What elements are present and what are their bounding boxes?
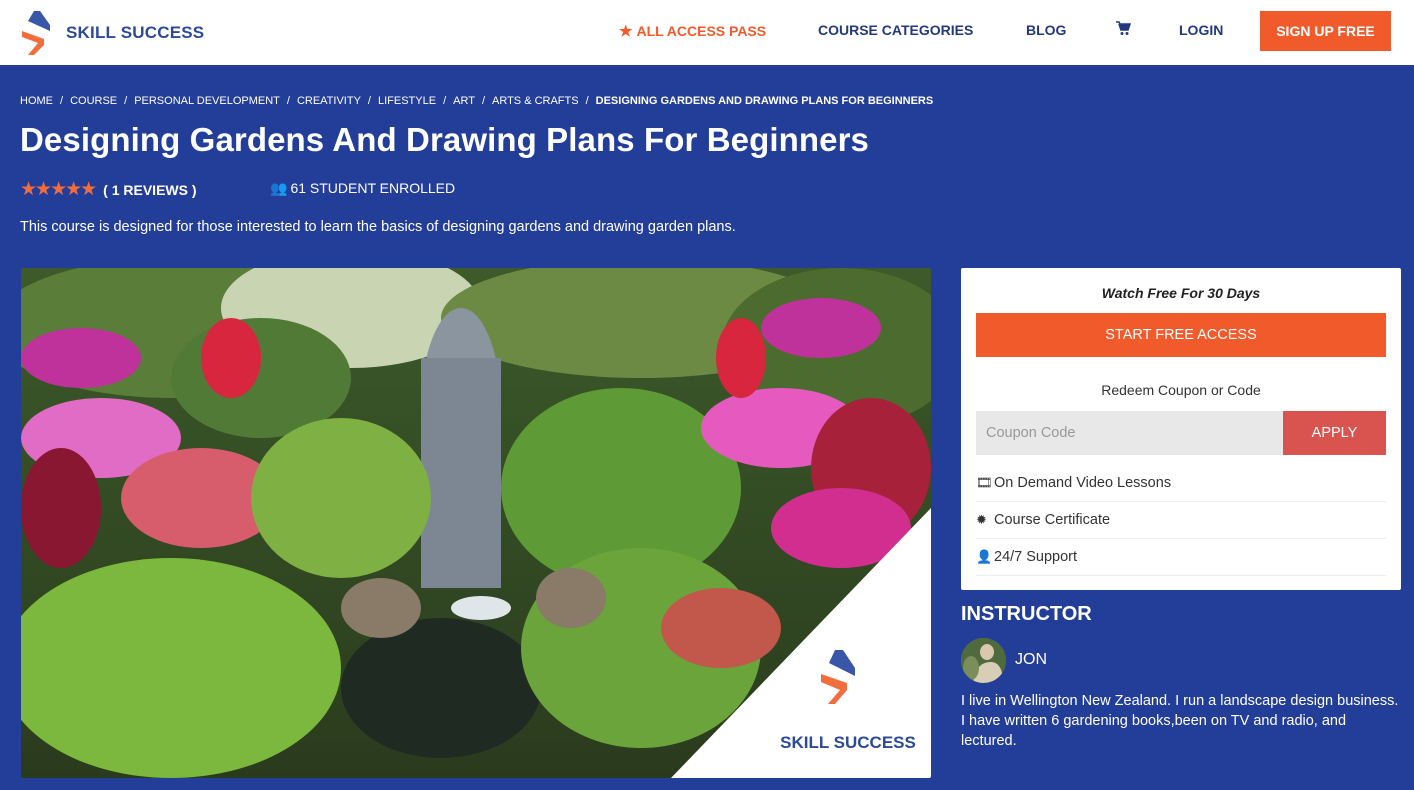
- cart-icon: [1116, 21, 1132, 35]
- breadcrumb-home[interactable]: HOME: [20, 95, 53, 107]
- users-icon: 👥: [270, 180, 288, 196]
- breadcrumb-arts-crafts[interactable]: ARTS & CRAFTS: [492, 95, 579, 107]
- start-free-access-button[interactable]: START FREE ACCESS: [976, 313, 1386, 357]
- breadcrumb-separator: /: [60, 95, 64, 107]
- reviews-count[interactable]: ( 1 REVIEWS ): [103, 182, 196, 198]
- breadcrumb-separator: /: [124, 95, 128, 107]
- breadcrumb-lifestyle[interactable]: LIFESTYLE: [378, 95, 436, 107]
- enrolled-label: 61 STUDENT ENROLLED: [290, 180, 456, 196]
- breadcrumb-course[interactable]: COURSE: [70, 95, 117, 107]
- course-meta: ★★★★★ ( 1 REVIEWS ) 👥 61 STUDENT ENROLLED: [20, 178, 455, 201]
- logo-text: SKILL SUCCESS: [66, 23, 205, 42]
- breadcrumb-creativity[interactable]: CREATIVITY: [297, 95, 361, 107]
- instructor-bio: I live in Wellington New Zealand. I run …: [961, 693, 1399, 749]
- feature-item: 👤 24/7 Support: [976, 539, 1386, 576]
- site-header: SKILL SUCCESS ★ ALL ACCESS PASS COURSE CA…: [0, 0, 1414, 65]
- instructor-heading: INSTRUCTOR: [961, 603, 1092, 625]
- breadcrumb-separator: /: [286, 95, 290, 107]
- feature-item: 🎞 On Demand Video Lessons: [976, 465, 1386, 502]
- feature-label: 24/7 Support: [994, 549, 1078, 565]
- avatar[interactable]: [961, 638, 1006, 683]
- course-image: SKILL SUCCESS: [21, 268, 931, 778]
- feature-item: ✹ Course Certificate: [976, 502, 1386, 539]
- breadcrumb-art[interactable]: ART: [453, 95, 475, 107]
- instructor-name[interactable]: JON: [1015, 651, 1047, 669]
- course-description: This course is designed for those intere…: [20, 219, 736, 235]
- enrolled-count: 👥 61 STUDENT ENROLLED: [270, 180, 455, 197]
- enroll-card: Watch Free For 30 Days START FREE ACCESS…: [961, 268, 1401, 590]
- film-icon: 🎞: [976, 475, 993, 490]
- logo[interactable]: SKILL SUCCESS: [20, 9, 204, 57]
- nav-blog[interactable]: BLOG: [1026, 22, 1066, 38]
- breadcrumb-separator: /: [367, 95, 371, 107]
- nav-all-access-label: ALL ACCESS PASS: [636, 23, 767, 39]
- nav-course-categories[interactable]: COURSE CATEGORIES: [818, 22, 973, 38]
- feature-label: Course Certificate: [994, 512, 1111, 528]
- support-icon: 👤: [976, 549, 993, 564]
- feature-list: 🎞 On Demand Video Lessons ✹ Course Certi…: [976, 465, 1386, 576]
- breadcrumb: HOME / COURSE / PERSONAL DEVELOPMENT / CREATIV…: [20, 95, 933, 107]
- image-brand-text: SKILL SUCCESS: [780, 733, 916, 752]
- watch-free-label: Watch Free For 30 Days: [1101, 285, 1261, 301]
- course-image-art: SKILL SUCCESS: [21, 268, 931, 778]
- feature-label: On Demand Video Lessons: [994, 475, 1172, 491]
- nav-cart[interactable]: [1115, 20, 1132, 41]
- breadcrumb-separator: /: [585, 95, 589, 107]
- breadcrumb-separator: /: [481, 95, 485, 107]
- nav-all-access-pass[interactable]: ★ ALL ACCESS PASS: [619, 22, 766, 40]
- breadcrumb-personal-development[interactable]: PERSONAL DEVELOPMENT: [134, 95, 280, 107]
- rating-stars-icon: ★★★★★: [20, 179, 97, 200]
- apply-button[interactable]: APPLY: [1283, 411, 1386, 455]
- breadcrumb-current: DESIGNING GARDENS AND DRAWING PLANS FOR …: [595, 95, 934, 107]
- star-icon: ★: [619, 23, 633, 40]
- nav-login[interactable]: LOGIN: [1179, 22, 1223, 38]
- redeem-label: Redeem Coupon or Code: [1101, 382, 1261, 398]
- certificate-icon: ✹: [976, 512, 987, 527]
- breadcrumb-separator: /: [443, 95, 447, 107]
- logo-mark-icon: [22, 11, 50, 55]
- course-title: Designing Gardens And Drawing Plans For …: [20, 121, 869, 158]
- avatar-image: [961, 638, 1006, 683]
- sign-up-button[interactable]: SIGN UP FREE: [1260, 11, 1391, 51]
- coupon-input[interactable]: [976, 411, 1283, 455]
